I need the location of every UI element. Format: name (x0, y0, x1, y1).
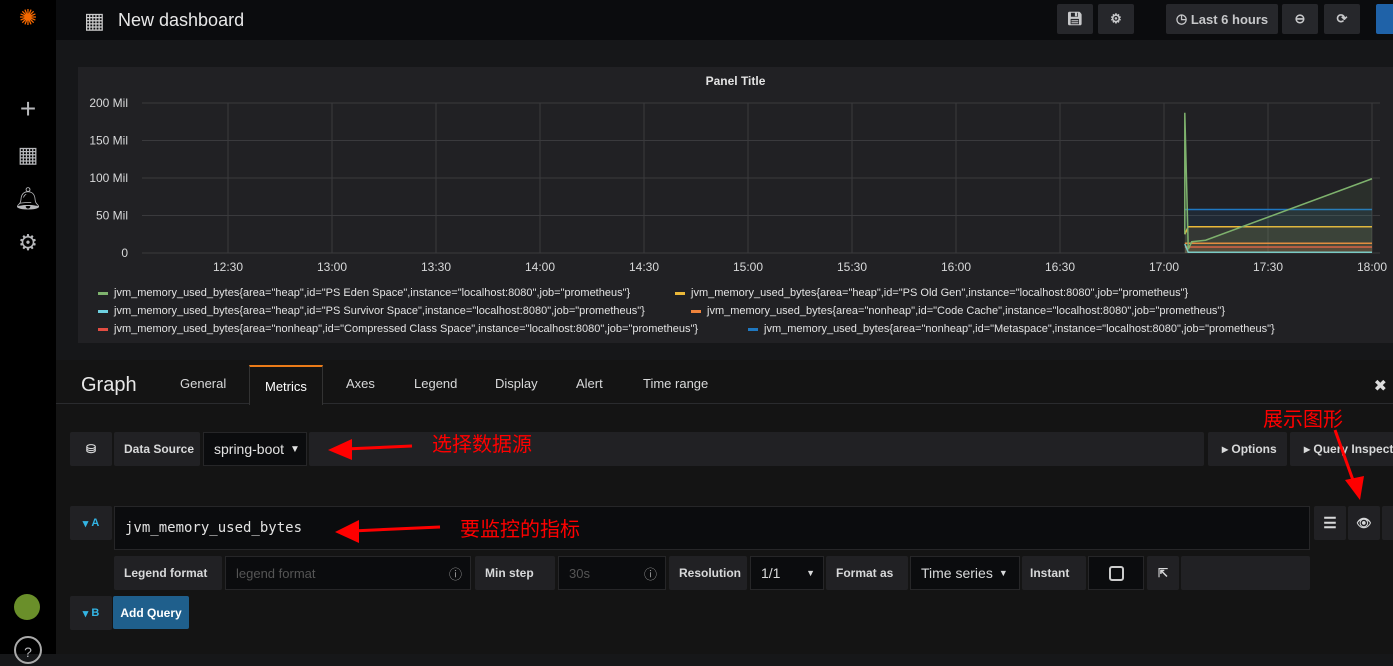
y-tick-label: 0 (121, 246, 128, 260)
instant-checkbox[interactable] (1108, 565, 1124, 581)
options-filler (1181, 556, 1310, 590)
data-source-select[interactable]: spring-boot ▼ (203, 432, 307, 466)
caret-down-icon: ▼ (998, 568, 1008, 578)
legend-color-swatch[interactable] (675, 291, 685, 295)
x-tick-label: 15:30 (837, 260, 867, 274)
instant-label: Instant (1022, 556, 1086, 590)
options-button[interactable]: ▸ Options (1208, 432, 1287, 466)
x-tick-label: 17:30 (1253, 260, 1283, 274)
x-tick-label: 16:30 (1045, 260, 1075, 274)
x-tick-label: 16:00 (941, 260, 971, 274)
query-menu-button[interactable]: ☰ (1314, 506, 1346, 540)
legend-label: jvm_memory_used_bytes{area="nonheap",id=… (764, 323, 1275, 335)
add-query-button[interactable]: Add Query (113, 596, 189, 629)
legend-item[interactable]: jvm_memory_used_bytes{area="nonheap",id=… (691, 302, 1225, 320)
legend-color-swatch[interactable] (748, 327, 758, 331)
x-tick-label: 18:00 (1357, 260, 1387, 274)
legend-color-swatch[interactable] (691, 309, 701, 313)
panel-editor: Graph General Metrics Axes Legend Displa… (56, 360, 1393, 654)
x-tick-label: 14:30 (629, 260, 659, 274)
help-icon[interactable]: ? (14, 636, 42, 664)
x-tick-label: 12:30 (213, 260, 243, 274)
legend-label: jvm_memory_used_bytes{area="heap",id="PS… (114, 305, 645, 317)
tab-display[interactable]: Display (495, 376, 538, 391)
legend-item[interactable]: jvm_memory_used_bytes{area="nonheap",id=… (98, 320, 698, 338)
min-step-label: Min step (475, 556, 555, 590)
caret-down-icon: ▼ (290, 443, 300, 455)
resolution-label: Resolution (669, 556, 747, 590)
info-icon[interactable]: ⓘ (449, 564, 462, 583)
database-icon: ⛁ (70, 432, 112, 466)
share-link-button[interactable]: ⇱ (1147, 556, 1179, 590)
y-tick-label: 50 Mil (96, 209, 128, 223)
x-tick-label: 13:30 (421, 260, 451, 274)
legend-label: jvm_memory_used_bytes{area="nonheap",id=… (707, 305, 1226, 317)
annotation-show: 展示图形 (1263, 409, 1343, 431)
format-as-select[interactable]: Time series ▼ (910, 556, 1020, 590)
x-tick-label: 15:00 (733, 260, 763, 274)
toggle-visibility-eye-button[interactable]: 👁︎ (1348, 506, 1380, 540)
query-more-button[interactable] (1382, 506, 1393, 540)
info-icon[interactable]: ⓘ (644, 564, 657, 583)
legend-item[interactable]: jvm_memory_used_bytes{area="nonheap",id=… (748, 320, 1275, 338)
x-tick-label: 13:00 (317, 260, 347, 274)
legend-item[interactable]: jvm_memory_used_bytes{area="heap",id="PS… (675, 284, 1188, 302)
x-tick-label: 17:00 (1149, 260, 1179, 274)
close-icon[interactable]: ✖ (1374, 376, 1387, 396)
caret-down-icon: ▼ (806, 568, 815, 578)
min-step-input[interactable]: 30s ⓘ (558, 556, 666, 590)
legend-color-swatch[interactable] (98, 327, 108, 331)
tab-legend[interactable]: Legend (414, 376, 457, 391)
legend-item[interactable]: jvm_memory_used_bytes{area="heap",id="PS… (98, 302, 645, 320)
legend-format-label: Legend format (114, 556, 222, 590)
instant-checkbox-wrap (1088, 556, 1144, 590)
tab-general[interactable]: General (180, 376, 226, 391)
y-tick-label: 150 Mil (89, 134, 128, 148)
legend-label: jvm_memory_used_bytes{area="nonheap",id=… (114, 323, 699, 335)
legend-color-swatch[interactable] (98, 309, 108, 313)
chart: 200 Mil 150 Mil 100 Mil 50 Mil 0 12:30 13:00 13… (89, 96, 1387, 274)
editor-title: Graph (81, 374, 137, 396)
query-a-toggle[interactable]: ▾ A (70, 506, 112, 540)
query-inspector-button[interactable]: ▸ Query Inspector (1290, 432, 1393, 466)
x-tick-label: 14:00 (525, 260, 555, 274)
legend-color-swatch[interactable] (98, 291, 108, 295)
editor-tabs: Graph General Metrics Axes Legend Displa… (56, 364, 1393, 405)
annotation-datasource: 选择数据源 (432, 434, 532, 456)
avatar[interactable] (14, 594, 40, 620)
y-tick-label: 100 Mil (89, 171, 128, 185)
tab-time-range[interactable]: Time range (643, 376, 708, 391)
legend-item[interactable]: jvm_memory_used_bytes{area="heap",id="PS… (98, 284, 630, 302)
query-b-toggle[interactable]: ▾ B (70, 596, 112, 630)
legend-label: jvm_memory_used_bytes{area="heap",id="PS… (114, 287, 631, 299)
query-expression-input[interactable]: jvm_memory_used_bytes (114, 506, 1310, 550)
format-as-label: Format as (826, 556, 908, 590)
tab-axes[interactable]: Axes (346, 376, 375, 391)
legend-format-input[interactable]: legend format ⓘ (225, 556, 471, 590)
annotation-metric: 要监控的指标 (460, 519, 580, 541)
y-tick-label: 200 Mil (89, 96, 128, 110)
data-source-label: Data Source (114, 432, 200, 466)
resolution-select[interactable]: 1/1 ▼ (750, 556, 824, 590)
tab-metrics[interactable]: Metrics (249, 365, 323, 405)
tab-alert[interactable]: Alert (576, 376, 603, 391)
legend-label: jvm_memory_used_bytes{area="heap",id="PS… (691, 287, 1189, 299)
